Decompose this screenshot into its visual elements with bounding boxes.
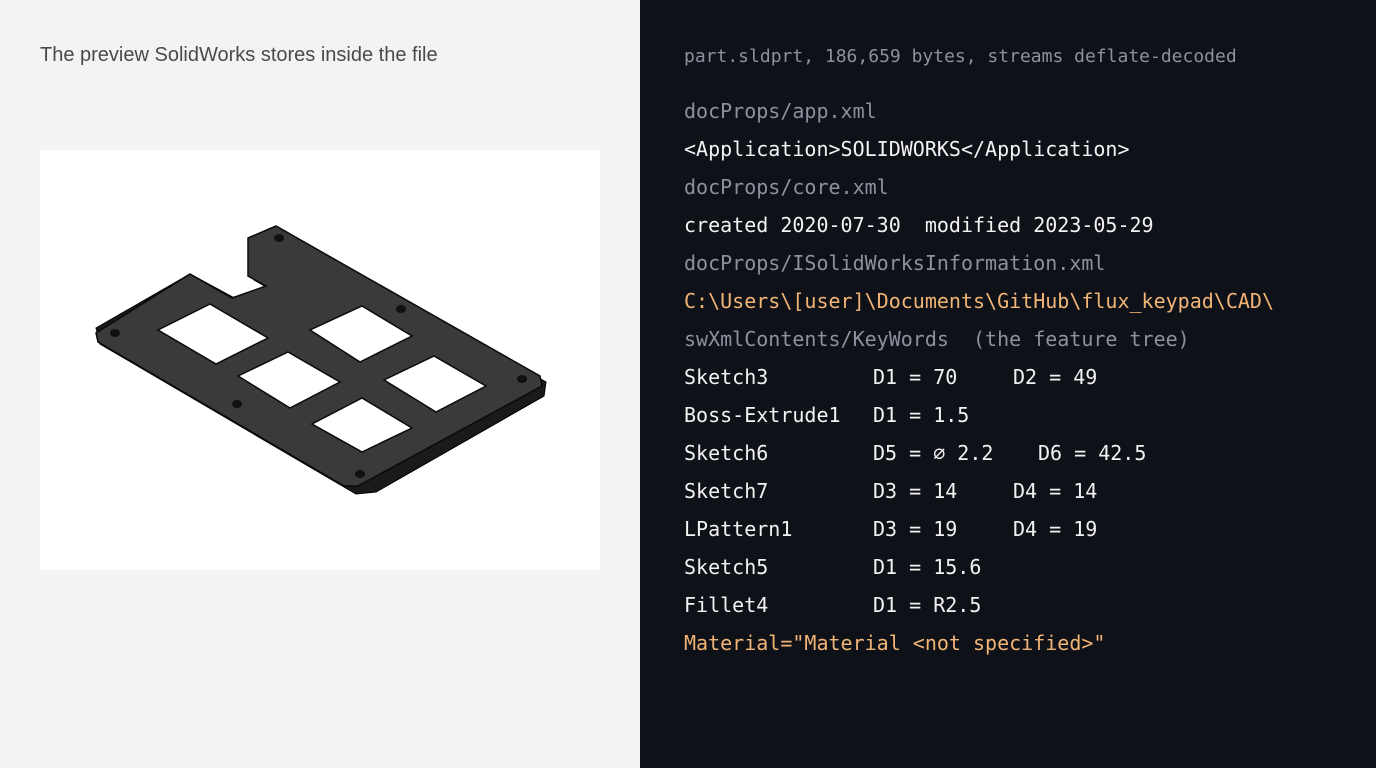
- keyword-param-2: D2 = 49: [1013, 365, 1098, 389]
- core-xml-label: docProps/core.xml: [684, 175, 889, 199]
- preview-caption: The preview SolidWorks stores inside the…: [40, 44, 438, 66]
- keyword-param-2: D4 = 14: [1013, 479, 1098, 503]
- material-line: Material="Material <not specified>": [684, 631, 1106, 655]
- keyword-row: Fillet4 D1 = R2.5: [684, 593, 981, 617]
- plate-render: [95, 225, 547, 495]
- keyword-param-2: D4 = 19: [1013, 517, 1098, 541]
- app-xml-value: <Application>SOLIDWORKS</Application>: [684, 137, 1130, 161]
- file-summary: part.sldprt, 186,659 bytes, streams defl…: [684, 46, 1237, 67]
- keyword-feature: Fillet4: [684, 593, 769, 617]
- keyword-row: Sketch5 D1 = 15.6: [684, 555, 981, 579]
- mount-hole-1: [274, 234, 284, 242]
- keyword-feature: Boss-Extrude1: [684, 403, 841, 427]
- mount-hole-2: [110, 329, 120, 337]
- core-xml-value: created 2020-07-30 modified 2023-05-29: [684, 213, 1154, 237]
- keyword-param-1: D3 = 19: [873, 517, 958, 541]
- keyword-feature: Sketch6: [684, 441, 769, 465]
- keyword-feature: Sketch7: [684, 479, 769, 503]
- plate-body: [95, 225, 543, 487]
- keywords-label: swXmlContents/KeyWords (the feature tree…: [684, 327, 1190, 351]
- terminal-panel: part.sldprt, 186,659 bytes, streams defl…: [640, 0, 1376, 768]
- mount-hole-4: [232, 400, 242, 408]
- keyword-row: LPattern1 D3 = 19 D4 = 19: [684, 517, 1097, 541]
- keyword-param-2: D6 = 42.5: [1038, 441, 1147, 465]
- preview-thumbnail: [40, 150, 600, 570]
- app-xml-label: docProps/app.xml: [684, 99, 877, 123]
- keyword-param-1: D1 = 1.5: [873, 403, 970, 427]
- sw-info-path: C:\Users\[user]\Documents\GitHub\flux_ke…: [684, 289, 1275, 313]
- keyword-param-1: D1 = 15.6: [873, 555, 982, 579]
- keyword-row: Sketch3 D1 = 70 D2 = 49: [684, 365, 1097, 389]
- mount-hole-5: [517, 375, 527, 383]
- keyword-param-1: D3 = 14: [873, 479, 958, 503]
- keyword-param-1: D1 = R2.5: [873, 593, 982, 617]
- mount-hole-3: [396, 305, 406, 313]
- keyword-row: Sketch6 D5 = ⌀ 2.2 D6 = 42.5: [684, 441, 1146, 465]
- keyword-feature: Sketch3: [684, 365, 769, 389]
- keyword-feature: LPattern1: [684, 517, 793, 541]
- keyword-feature: Sketch5: [684, 555, 769, 579]
- keyword-param-1: D5 = ⌀ 2.2: [873, 441, 994, 465]
- keyword-row: Boss-Extrude1 D1 = 1.5: [684, 403, 969, 427]
- keyword-param-1: D1 = 70: [873, 365, 958, 389]
- keyword-row: Sketch7 D3 = 14 D4 = 14: [684, 479, 1097, 503]
- preview-panel: The preview SolidWorks stores inside the…: [0, 0, 640, 768]
- sw-info-label: docProps/ISolidWorksInformation.xml: [684, 251, 1106, 275]
- mount-hole-6: [355, 470, 365, 478]
